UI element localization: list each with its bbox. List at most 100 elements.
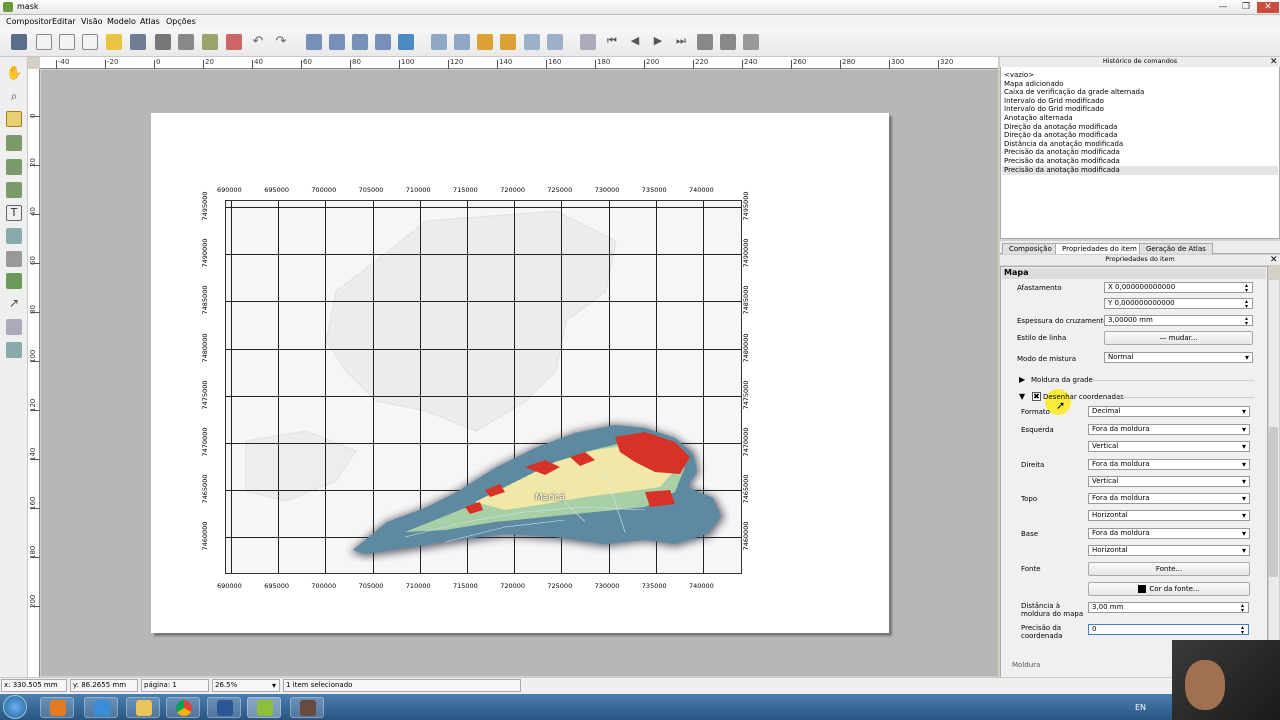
new-composer-icon[interactable] bbox=[36, 34, 52, 50]
menu-compositor[interactable]: Compositor bbox=[6, 17, 52, 26]
afastamento-x-input[interactable]: X 0,000000000000 bbox=[1104, 282, 1253, 293]
taskbar-word[interactable] bbox=[207, 697, 241, 718]
history-item[interactable]: Caixa de verificação da grade alternada bbox=[1004, 88, 1144, 97]
history-item[interactable]: Intervalo do Grid modificado bbox=[1004, 97, 1104, 106]
move-content-icon[interactable] bbox=[6, 135, 22, 151]
zoom-100-icon[interactable] bbox=[329, 34, 345, 50]
add-legend-icon[interactable] bbox=[6, 228, 22, 244]
menu-visao[interactable]: Visão bbox=[81, 17, 102, 26]
menu-opcoes[interactable]: Opções bbox=[166, 17, 196, 26]
duplicate-composer-icon[interactable] bbox=[59, 34, 75, 50]
lock-items-icon[interactable] bbox=[477, 34, 493, 50]
history-item[interactable]: Precisão da anotação modificada bbox=[1004, 148, 1120, 157]
history-item[interactable]: <vazio> bbox=[1004, 71, 1034, 80]
export-atlas-icon[interactable] bbox=[720, 34, 736, 50]
taskbar-chrome[interactable] bbox=[166, 697, 200, 718]
top-position-select[interactable]: Fora da moldura bbox=[1088, 493, 1250, 504]
taskbar-internet-explorer[interactable] bbox=[84, 697, 118, 718]
last-feature-icon[interactable]: ⏭ bbox=[673, 34, 689, 50]
history-item[interactable]: Precisão da anotação modificada bbox=[1004, 166, 1120, 175]
collapsed-arrow-icon[interactable]: ▶ bbox=[1019, 375, 1025, 384]
expanded-arrow-icon[interactable]: ▼ bbox=[1019, 392, 1025, 401]
add-label-icon[interactable]: T bbox=[6, 205, 22, 221]
ungroup-items-icon[interactable] bbox=[454, 34, 470, 50]
add-scalebar-icon[interactable] bbox=[6, 251, 22, 267]
redo-icon[interactable]: ↷ bbox=[273, 34, 289, 50]
distance-input[interactable]: 3,00 mm bbox=[1088, 602, 1249, 613]
taskbar-app[interactable] bbox=[290, 697, 324, 718]
taskbar-explorer[interactable] bbox=[126, 697, 160, 718]
unlock-items-icon[interactable] bbox=[500, 34, 516, 50]
history-item[interactable]: Intervalo do Grid modificado bbox=[1004, 105, 1104, 114]
menu-atlas[interactable]: Atlas bbox=[140, 17, 160, 26]
select-move-item-icon[interactable] bbox=[6, 111, 22, 127]
afastamento-y-input[interactable]: Y 0,000000000000 bbox=[1104, 298, 1253, 309]
save-template-icon[interactable] bbox=[130, 34, 146, 50]
print-atlas-icon[interactable] bbox=[697, 34, 713, 50]
espessura-input[interactable]: 3,00000 mm bbox=[1104, 315, 1253, 326]
history-item[interactable]: Mapa adicionado bbox=[1004, 80, 1064, 89]
next-feature-icon[interactable]: ▶ bbox=[650, 34, 666, 50]
change-line-style-button[interactable]: — mudar... bbox=[1104, 331, 1253, 345]
add-image-icon[interactable] bbox=[6, 182, 22, 198]
language-indicator[interactable]: EN bbox=[1135, 703, 1146, 712]
menu-editar[interactable]: Editar bbox=[52, 17, 76, 26]
undo-icon[interactable]: ↶ bbox=[250, 34, 266, 50]
right-direction-select[interactable]: Vertical bbox=[1088, 476, 1250, 487]
add-html-icon[interactable] bbox=[6, 342, 22, 358]
zoom-in-icon[interactable] bbox=[352, 34, 368, 50]
close-button[interactable]: ✕ bbox=[1257, 2, 1279, 13]
scrollbar-thumb[interactable] bbox=[1269, 427, 1278, 577]
atlas-settings-icon[interactable] bbox=[743, 34, 759, 50]
history-item[interactable]: Precisão da anotação modificada bbox=[1004, 157, 1120, 166]
export-svg-icon[interactable] bbox=[202, 34, 218, 50]
blend-mode-select[interactable]: Normal bbox=[1104, 352, 1253, 363]
taskbar-media-player[interactable] bbox=[40, 697, 74, 718]
add-arrow-icon[interactable]: ↗ bbox=[6, 296, 22, 312]
font-color-button[interactable]: Cor da fonte... bbox=[1088, 582, 1250, 596]
top-direction-select[interactable]: Horizontal bbox=[1088, 510, 1250, 521]
raise-items-icon[interactable] bbox=[524, 34, 540, 50]
first-feature-icon[interactable]: ⏮ bbox=[604, 34, 620, 50]
format-select[interactable]: Decimal bbox=[1088, 406, 1250, 417]
close-properties-icon[interactable]: ✕ bbox=[1270, 255, 1278, 265]
save-project-icon[interactable] bbox=[11, 34, 27, 50]
next-section-label[interactable]: Moldura bbox=[1012, 661, 1040, 669]
history-item[interactable]: Direção da anotação modificada bbox=[1004, 131, 1117, 140]
taskbar-qgis[interactable] bbox=[247, 697, 281, 718]
zoom-out-icon[interactable] bbox=[375, 34, 391, 50]
add-table-icon[interactable] bbox=[6, 319, 22, 335]
add-shape-icon[interactable] bbox=[6, 273, 22, 289]
right-position-select[interactable]: Fora da moldura bbox=[1088, 459, 1250, 470]
zoom-full-icon[interactable] bbox=[306, 34, 322, 50]
prev-feature-icon[interactable]: ◀ bbox=[627, 34, 643, 50]
group-items-icon[interactable] bbox=[431, 34, 447, 50]
export-image-icon[interactable] bbox=[178, 34, 194, 50]
export-pdf-icon[interactable] bbox=[226, 34, 242, 50]
print-icon[interactable] bbox=[155, 34, 171, 50]
history-item[interactable]: Direção da anotação modificada bbox=[1004, 123, 1117, 132]
refresh-icon[interactable] bbox=[398, 34, 414, 50]
tab-geracao-atlas[interactable]: Geração de Atlas bbox=[1139, 243, 1213, 254]
align-items-icon[interactable] bbox=[547, 34, 563, 50]
close-history-icon[interactable]: ✕ bbox=[1270, 57, 1278, 67]
tab-propriedades-item[interactable]: Propriedades do item bbox=[1055, 243, 1144, 254]
bottom-direction-select[interactable]: Horizontal bbox=[1088, 545, 1250, 556]
start-button[interactable] bbox=[3, 695, 27, 719]
precision-input[interactable]: 0 bbox=[1088, 624, 1249, 635]
zoom-select[interactable]: 26.5% bbox=[212, 679, 280, 692]
add-map-icon[interactable] bbox=[6, 159, 22, 175]
composer-manager-icon[interactable] bbox=[82, 34, 98, 50]
maximize-button[interactable]: ❐ bbox=[1235, 2, 1257, 13]
zoom-tool-icon[interactable]: ⌕ bbox=[6, 89, 22, 105]
left-direction-select[interactable]: Vertical bbox=[1088, 441, 1250, 452]
menu-modelo[interactable]: Modelo bbox=[107, 17, 136, 26]
open-template-icon[interactable] bbox=[106, 34, 122, 50]
draw-coordinates-checkbox[interactable]: ✖ bbox=[1032, 392, 1041, 401]
moldura-grade-label[interactable]: Moldura da grade bbox=[1031, 376, 1093, 384]
atlas-preview-icon[interactable] bbox=[580, 34, 596, 50]
left-position-select[interactable]: Fora da moldura bbox=[1088, 424, 1250, 435]
tab-composicao[interactable]: Composição bbox=[1002, 243, 1059, 254]
minimize-button[interactable]: — bbox=[1212, 2, 1234, 13]
bottom-position-select[interactable]: Fora da moldura bbox=[1088, 528, 1250, 539]
